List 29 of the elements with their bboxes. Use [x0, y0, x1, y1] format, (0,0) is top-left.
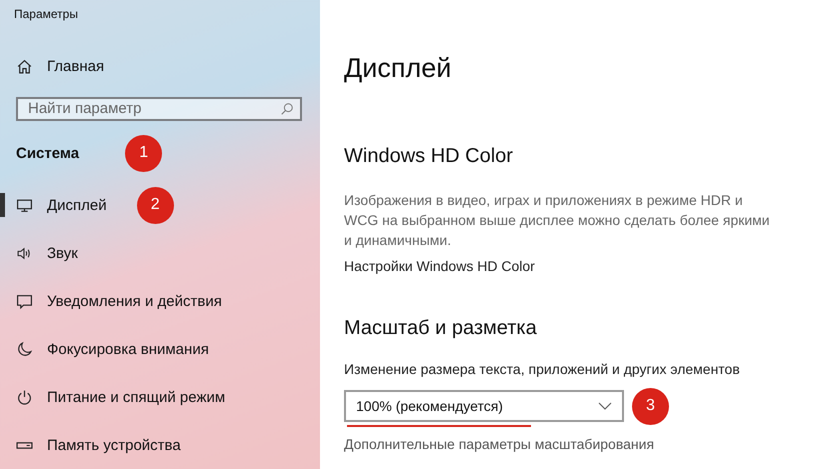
number-badge: 1	[125, 134, 162, 172]
monitor-icon	[16, 196, 33, 214]
speech-bubble-icon	[16, 292, 33, 310]
section-heading: Windows HD Color	[344, 145, 513, 168]
sidebar-item[interactable]: Дисплей	[0, 185, 113, 225]
section-heading: Система	[16, 144, 80, 162]
description-text: Изображения в видео, играх и приложениях в режиме HDR и WCG на выбранном выше дисплее можно сделать более яркими и динамичными.	[344, 191, 771, 250]
search-field[interactable]: Найти параметр	[16, 96, 302, 121]
sidebar-item[interactable]: Уведомления и действия	[0, 281, 228, 321]
sidebar-item[interactable]: Фокусировка внимания	[0, 329, 215, 369]
page-title: Дисплей	[344, 53, 452, 84]
field-label: Изменение размера текста, приложений и других элементов	[344, 361, 740, 377]
home-icon	[16, 58, 33, 75]
moon-icon	[16, 340, 33, 358]
number-badge: 2	[136, 186, 174, 224]
settings-link[interactable]: Дополнительные параметры масштабирования	[344, 436, 654, 452]
search-icon	[280, 102, 294, 116]
sidebar-item[interactable]: Звук	[0, 233, 84, 273]
section-heading: Масштаб и разметка	[344, 317, 537, 340]
power-icon	[16, 388, 33, 406]
chevron-down-icon	[598, 402, 612, 410]
search-input[interactable]: Найти параметр	[28, 100, 280, 118]
number-badge: 3	[632, 388, 669, 424]
home-link[interactable]: Главная	[16, 58, 104, 75]
window-title: Параметры	[13, 6, 78, 23]
scale-dropdown[interactable]: 100% (рекомендуется)	[344, 390, 624, 422]
sidebar-item[interactable]: Питание и спящий режим	[0, 377, 232, 417]
sidebar-item[interactable]: Память устройства	[0, 425, 187, 465]
settings-link[interactable]: Настройки Windows HD Color	[344, 258, 535, 274]
